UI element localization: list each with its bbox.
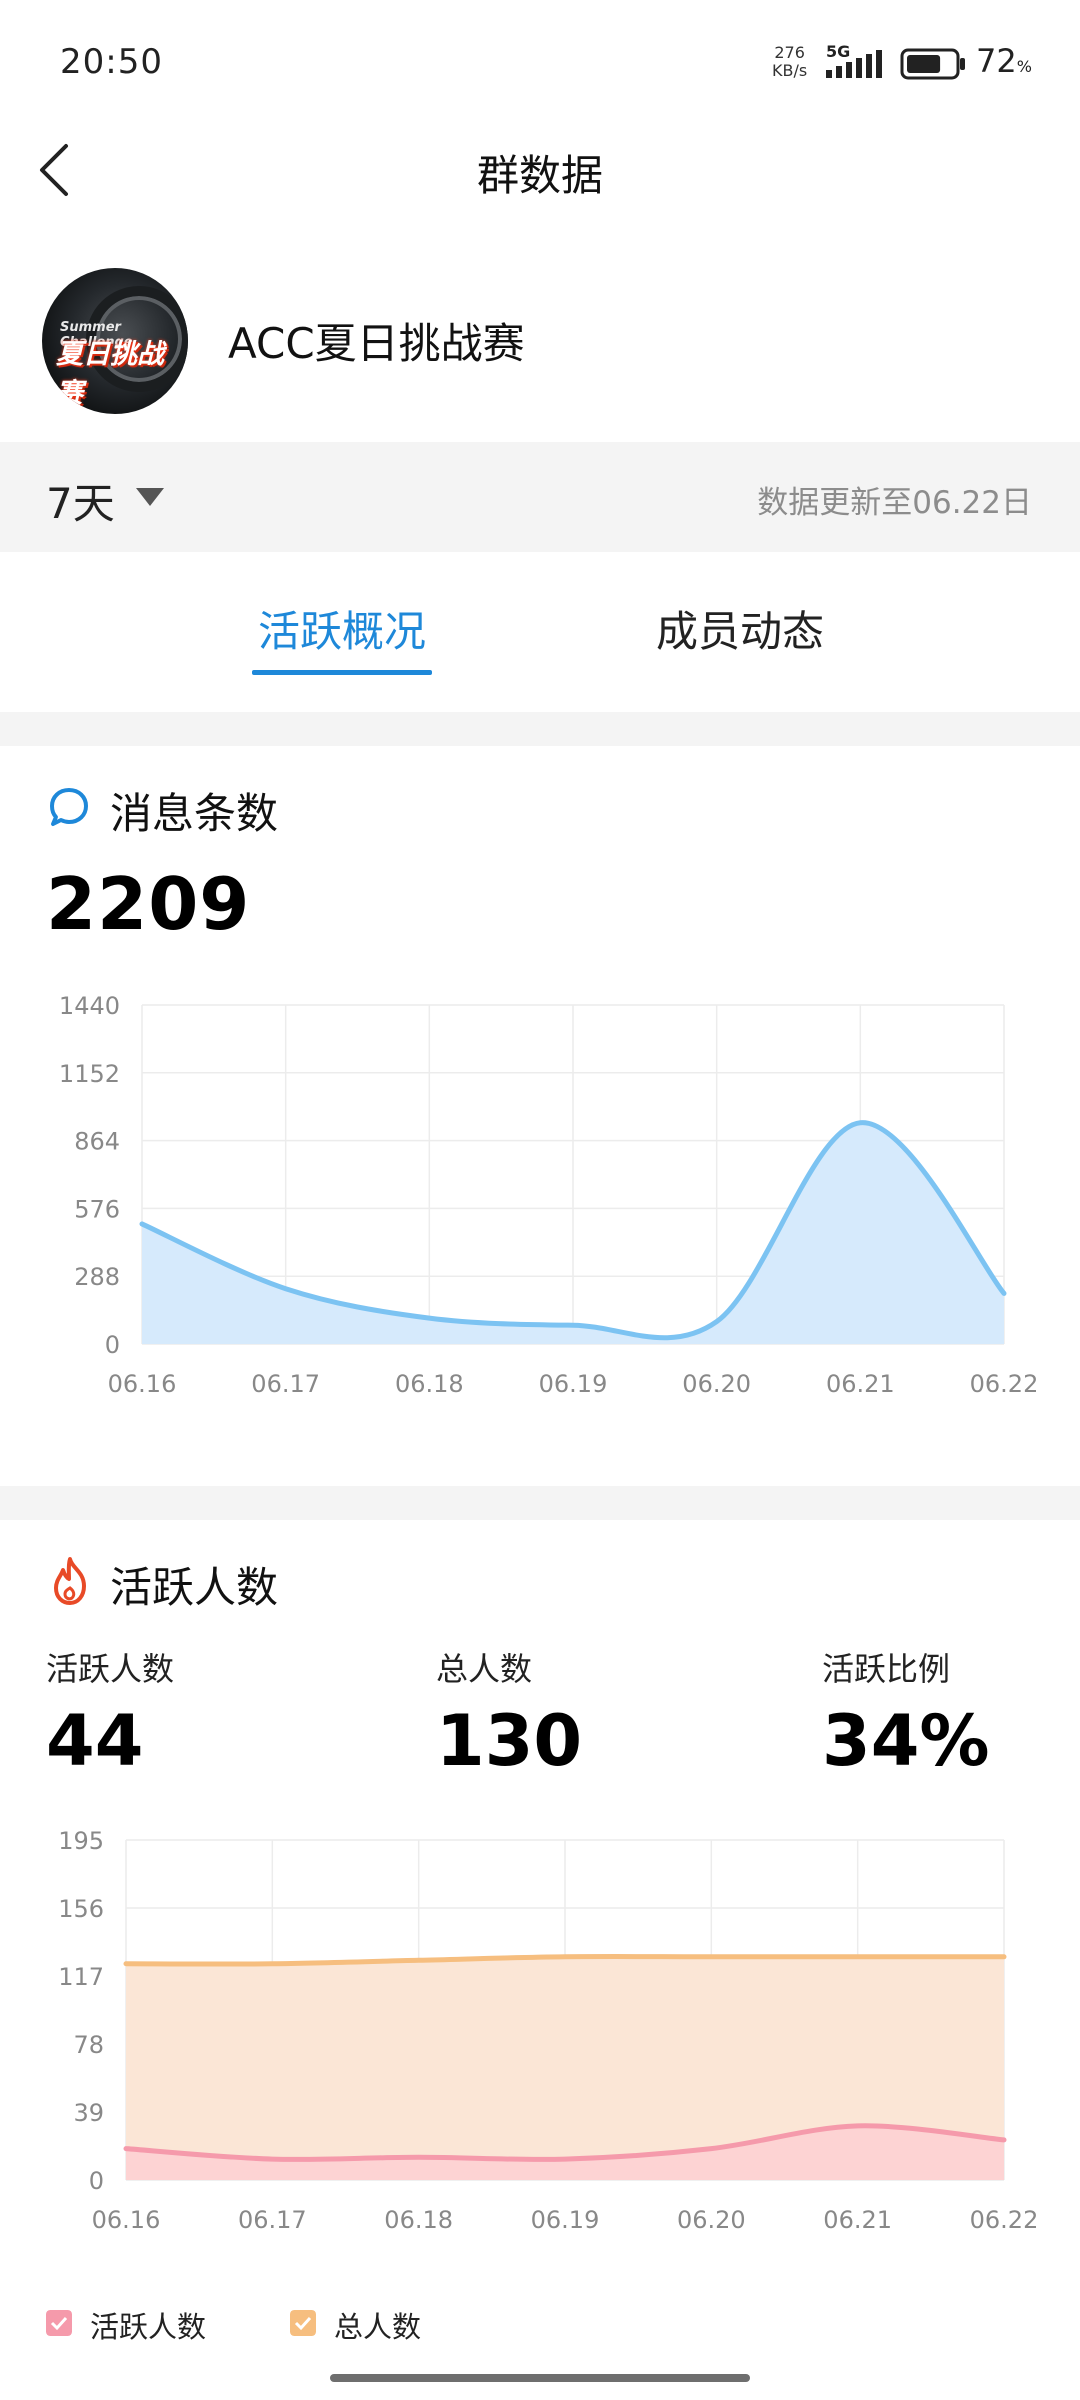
x-tick-label: 06.20 xyxy=(682,1370,751,1398)
y-tick-label: 117 xyxy=(58,1963,104,1991)
stat-active-value: 44 xyxy=(46,1700,144,1782)
section-divider xyxy=(0,712,1080,746)
network-speed-value: 276 xyxy=(774,43,805,62)
stat-ratio-value: 34% xyxy=(822,1700,990,1782)
battery-icon xyxy=(900,48,965,80)
x-tick-label: 06.19 xyxy=(539,1370,608,1398)
update-status: 数据更新至06.22日 xyxy=(757,485,1032,521)
x-tick-label: 06.18 xyxy=(395,1370,464,1398)
stat-total-value: 130 xyxy=(436,1700,583,1782)
group-avatar[interactable]: Summer Challenge 夏日挑战赛 xyxy=(42,268,188,414)
y-tick-label: 39 xyxy=(73,2099,104,2127)
tab-activity-overview[interactable]: 活跃概况 xyxy=(252,598,432,659)
legend-label-total: 总人数 xyxy=(334,2310,422,2344)
battery-percent: 72% xyxy=(976,42,1032,80)
y-tick-label: 288 xyxy=(74,1263,120,1291)
y-tick-label: 864 xyxy=(74,1128,120,1156)
y-tick-label: 156 xyxy=(58,1895,104,1923)
x-tick-label: 06.20 xyxy=(677,2206,746,2234)
x-tick-label: 06.21 xyxy=(826,1370,895,1398)
active-chart: 195 156 117 78 39 0 06.16 06.17 06.18 06.19 06.20 0… xyxy=(58,1827,1039,2234)
x-tick-label: 06.18 xyxy=(384,2206,453,2234)
messages-total: 2209 xyxy=(46,862,251,946)
y-tick-label: 1440 xyxy=(59,992,120,1020)
messages-chart: 1440 1152 864 576 288 0 06.16 06.17 06.18 06.19 06… xyxy=(59,992,1039,1398)
x-tick-label: 06.16 xyxy=(92,2206,161,2234)
y-tick-label: 195 xyxy=(58,1827,104,1855)
stat-ratio-label: 活跃比例 xyxy=(822,1650,951,1688)
signal-bars-icon xyxy=(826,50,882,78)
x-tick-label: 06.17 xyxy=(238,2206,307,2234)
triangle-down-icon[interactable] xyxy=(136,488,164,506)
status-time: 20:50 xyxy=(60,42,163,82)
legend-swatch-active[interactable] xyxy=(46,2310,72,2336)
legend-label-active: 活跃人数 xyxy=(90,2310,207,2344)
stat-total-label: 总人数 xyxy=(436,1650,533,1688)
x-tick-label: 06.19 xyxy=(531,2206,600,2234)
section-divider xyxy=(0,1486,1080,1520)
avatar-title: 夏日挑战赛 xyxy=(56,339,164,409)
page-title: 群数据 xyxy=(476,151,603,200)
flame-icon xyxy=(54,1557,86,1605)
y-tick-label: 0 xyxy=(89,2167,104,2195)
battery-fill xyxy=(907,55,941,73)
x-tick-label: 06.21 xyxy=(823,2206,892,2234)
stat-active-label: 活跃人数 xyxy=(46,1650,175,1688)
x-tick-label: 06.16 xyxy=(108,1370,177,1398)
period-dropdown[interactable]: 7天 xyxy=(46,470,115,531)
y-tick-label: 1152 xyxy=(59,1060,120,1088)
home-indicator[interactable] xyxy=(330,2374,750,2382)
legend-swatch-total[interactable] xyxy=(290,2310,316,2336)
chat-bubble-icon xyxy=(50,788,88,826)
x-tick-label: 06.17 xyxy=(251,1370,320,1398)
y-tick-label: 78 xyxy=(73,2031,104,2059)
tab-member-activity[interactable]: 成员动态 xyxy=(650,598,830,659)
tab-indicator xyxy=(252,670,432,675)
network-speed-unit: KB/s xyxy=(772,61,808,80)
network-speed: 276 KB/s xyxy=(772,44,807,80)
y-tick-label: 0 xyxy=(105,1331,120,1359)
active-title: 活跃人数 xyxy=(110,1563,279,1612)
y-tick-label: 576 xyxy=(74,1195,120,1223)
x-tick-label: 06.22 xyxy=(970,2206,1039,2234)
messages-title: 消息条数 xyxy=(110,789,279,838)
x-tick-label: 06.22 xyxy=(970,1370,1039,1398)
group-name: ACC夏日挑战赛 xyxy=(228,319,525,368)
